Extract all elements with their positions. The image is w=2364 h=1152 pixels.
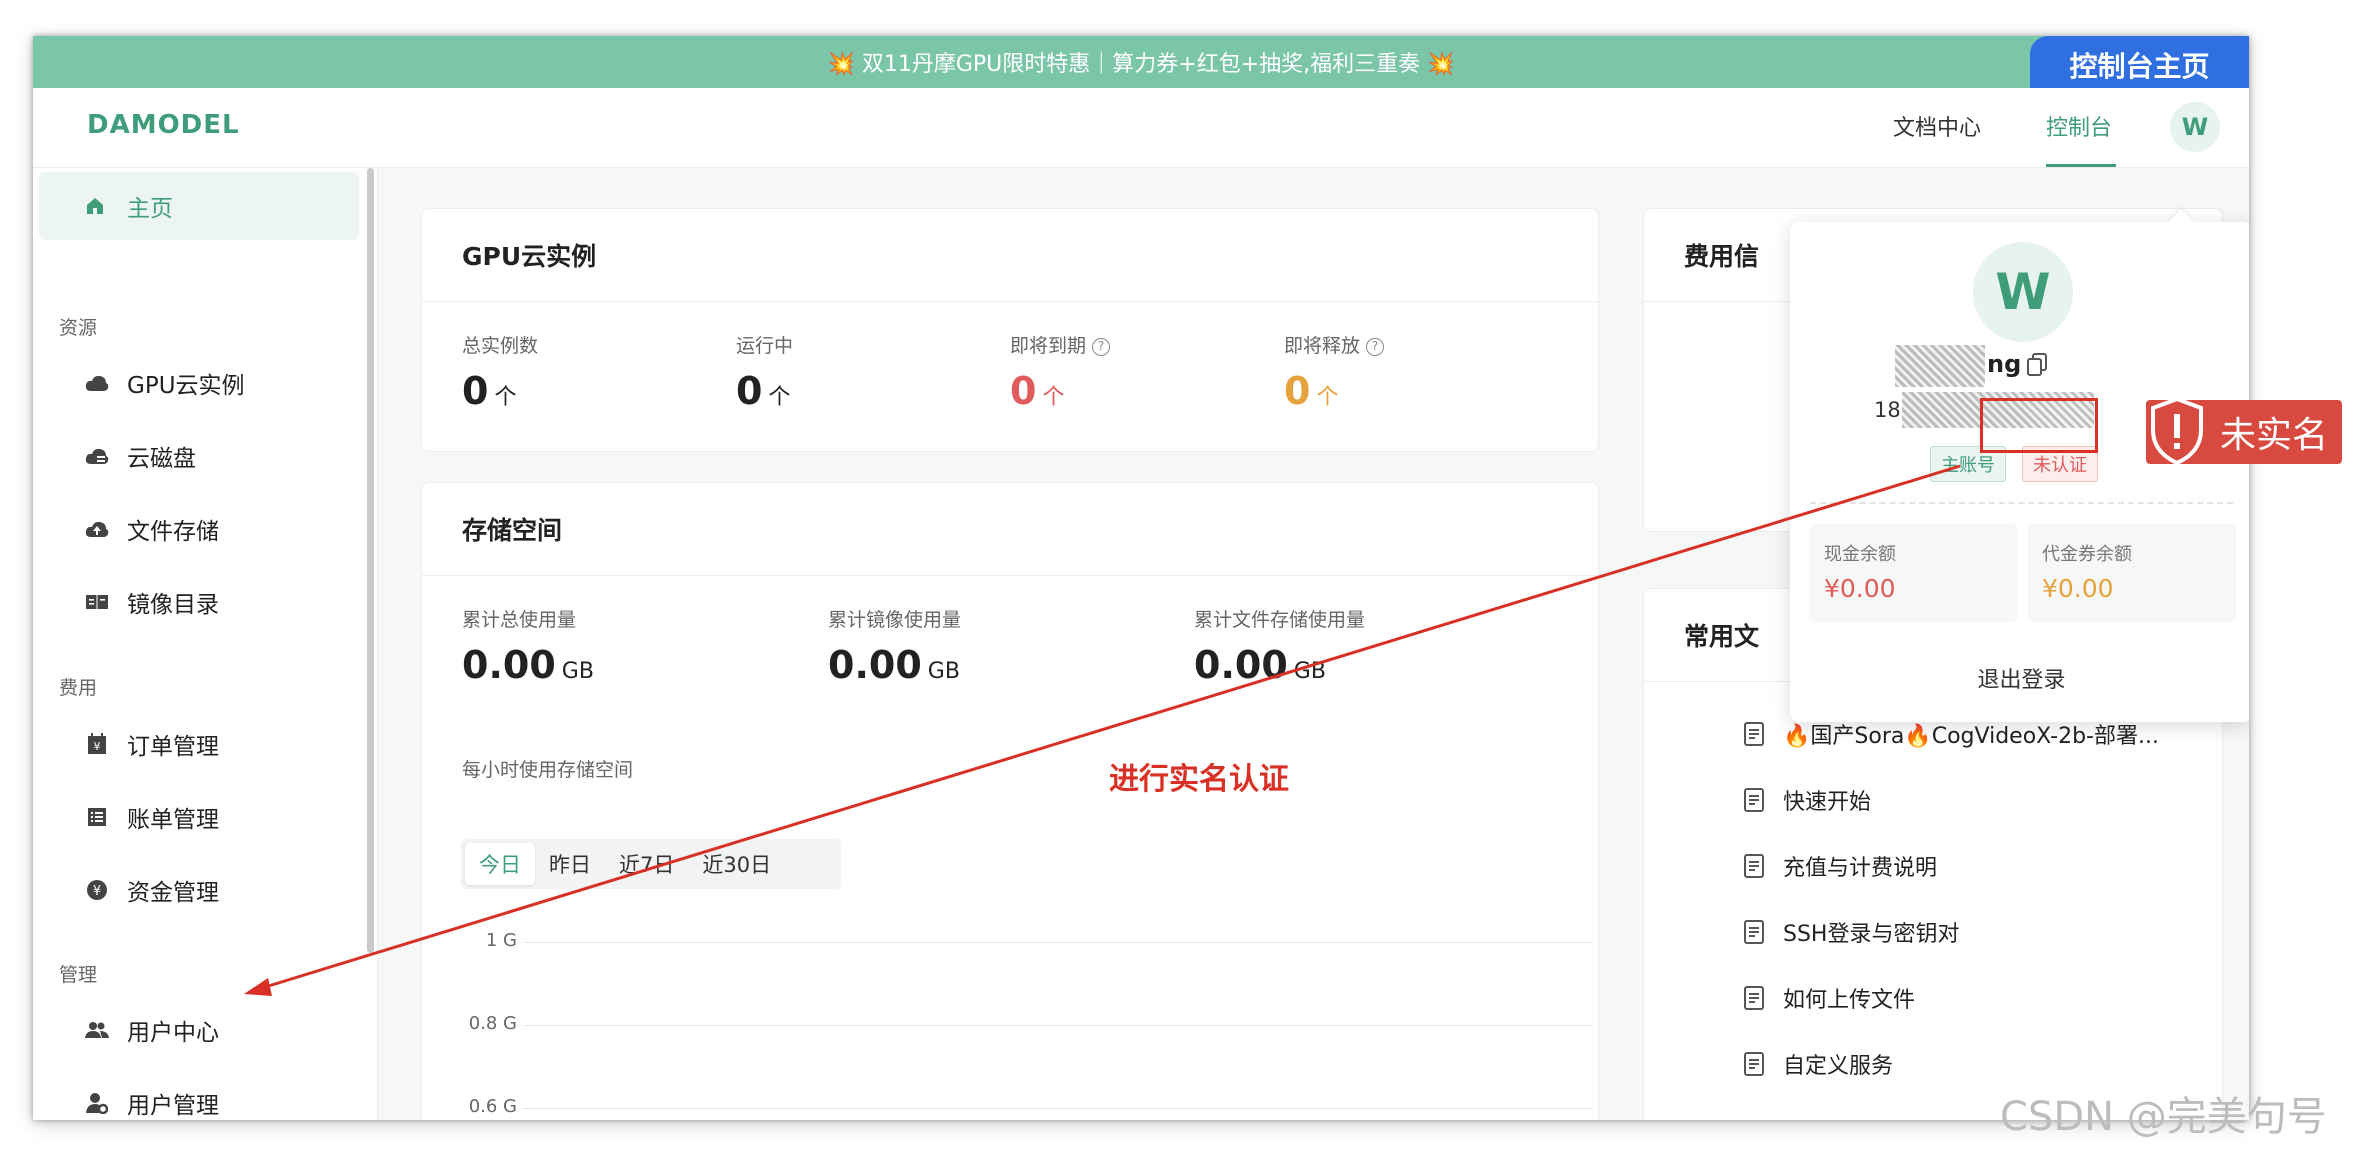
watermark: CSDN @完美句号 bbox=[2000, 1094, 2327, 1140]
annotation-arrow bbox=[244, 464, 1961, 996]
